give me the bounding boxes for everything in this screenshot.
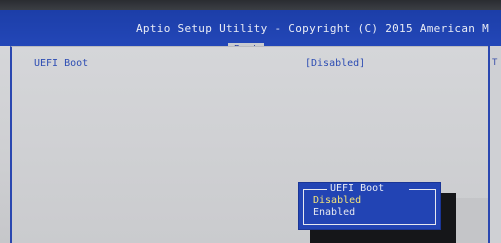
bios-screen: Aptio Setup Utility - Copyright (C) 2015…: [0, 0, 501, 243]
help-text: T: [492, 58, 498, 68]
uefi-boot-label[interactable]: UEFI Boot: [34, 58, 88, 69]
popup-title: UEFI Boot: [330, 183, 385, 194]
title-bar: Aptio Setup Utility - Copyright (C) 2015…: [0, 10, 501, 56]
popup-option-enabled[interactable]: Enabled: [313, 207, 355, 218]
popup-option-disabled[interactable]: Disabled: [313, 195, 361, 206]
help-panel: T: [490, 46, 501, 243]
app-title: Aptio Setup Utility - Copyright (C) 2015…: [136, 22, 490, 35]
screen-bezel: [0, 0, 501, 10]
uefi-boot-value[interactable]: [Disabled]: [305, 58, 365, 69]
popup-frame-top-right: [409, 189, 435, 190]
uefi-boot-popup: UEFI Boot Disabled Enabled: [298, 182, 441, 230]
popup-frame-top-left: [303, 189, 327, 190]
